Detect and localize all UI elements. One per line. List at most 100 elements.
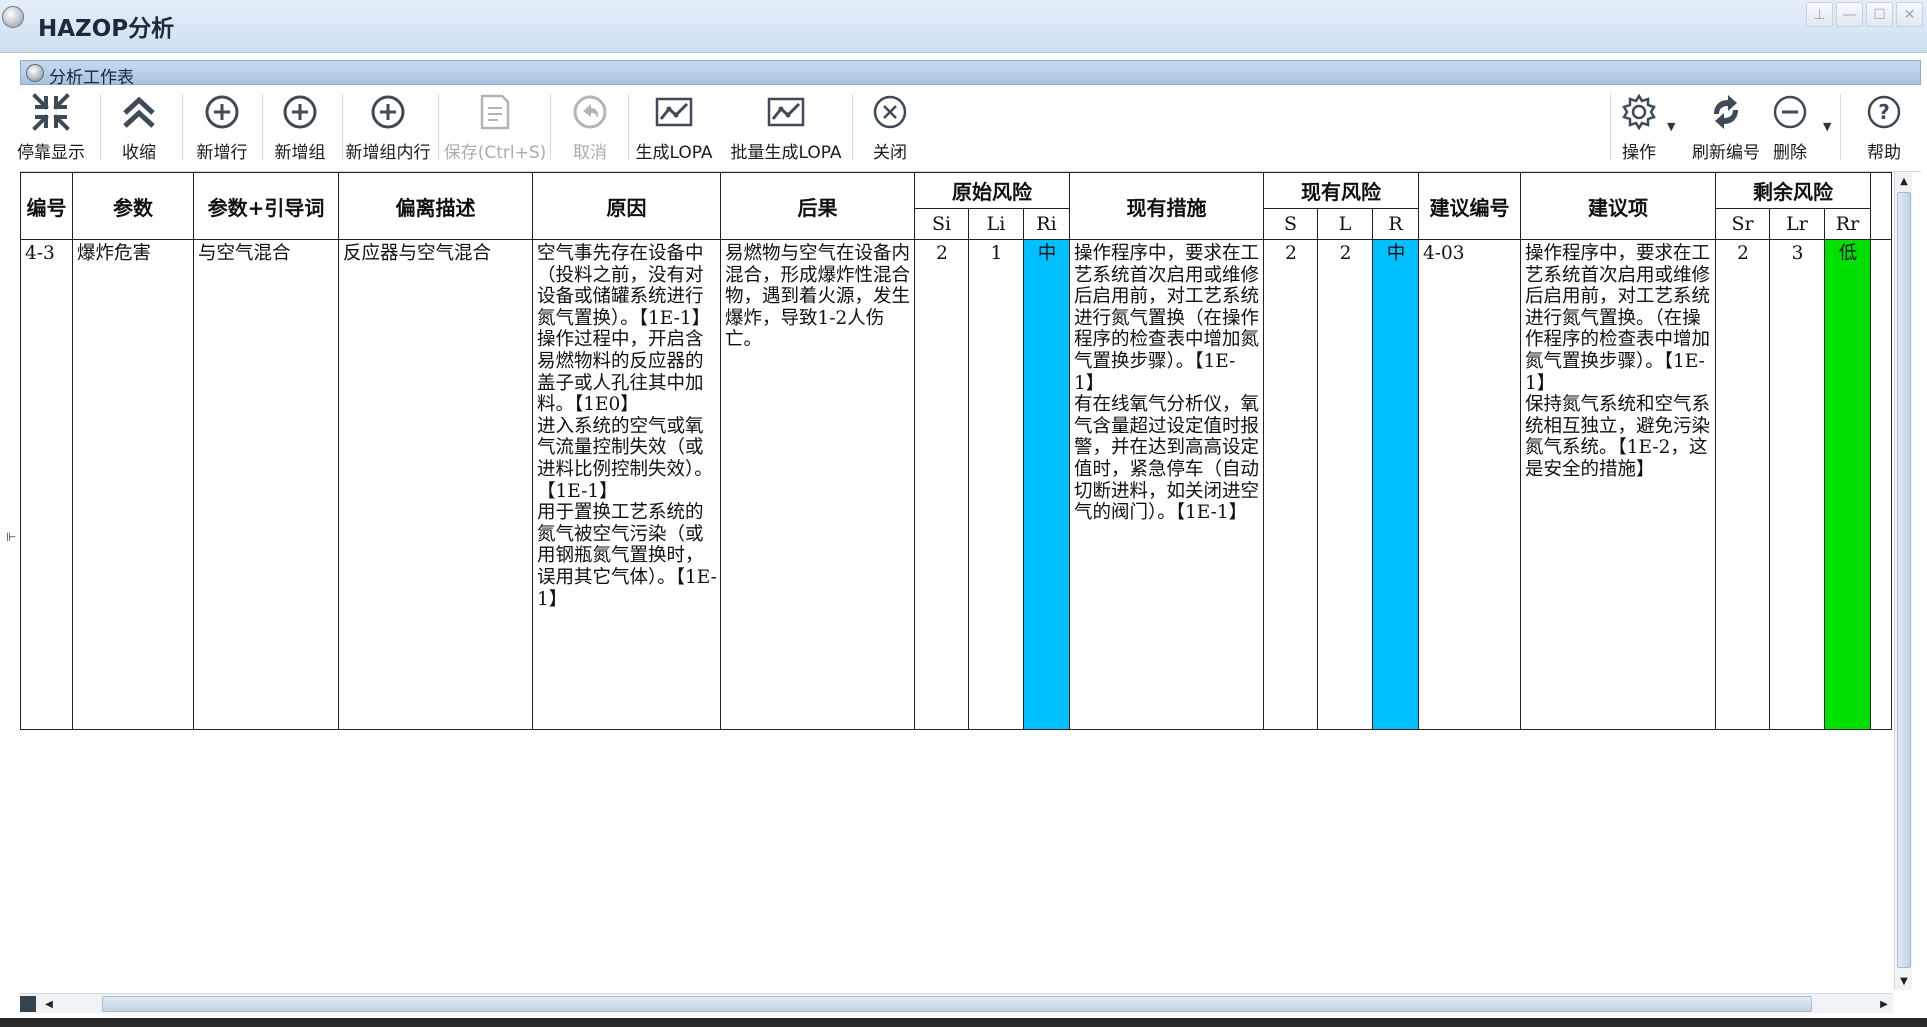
add-row-button[interactable]: 新增行 <box>194 86 250 164</box>
save-button[interactable]: 保存(Ctrl+S) <box>443 86 547 164</box>
header-si[interactable]: Si <box>914 208 969 240</box>
close-window-button[interactable]: ✕ <box>1896 2 1923 27</box>
add-row-label: 新增行 <box>196 143 248 163</box>
horizontal-scroll-thumb[interactable] <box>102 996 1812 1012</box>
vertical-scroll-thumb[interactable] <box>1897 192 1911 968</box>
compress-arrows-icon <box>32 93 70 131</box>
cell-ri[interactable]: 中 <box>1023 239 1070 730</box>
header-lr[interactable]: Lr <box>1769 208 1825 240</box>
plus-circle-icon <box>283 95 317 129</box>
header-li[interactable]: Li <box>968 208 1024 240</box>
header-parameter-guideword[interactable]: 参数+引导词 <box>193 172 339 240</box>
close-circle-icon <box>873 95 907 129</box>
refresh-number-button[interactable]: 刷新编号 <box>1688 86 1764 164</box>
header-suggestion[interactable]: 建议项 <box>1520 172 1716 240</box>
toolbar-separator <box>1840 94 1841 160</box>
cell-deviation[interactable]: 反应器与空气混合 <box>338 239 533 730</box>
horizontal-scrollbar[interactable]: ◀ ▶ <box>20 993 1893 1013</box>
generate-lopa-label: 生成LOPA <box>635 143 713 163</box>
header-original-risk[interactable]: 原始风险 <box>914 172 1070 209</box>
close-button[interactable]: 关闭 <box>870 86 910 164</box>
add-group-label: 新增组 <box>274 143 326 163</box>
scroll-up-arrow-icon[interactable]: ▲ <box>1895 172 1913 190</box>
cell-r[interactable]: 中 <box>1372 239 1419 730</box>
panel-icon <box>26 64 44 82</box>
toolbar-separator <box>550 94 551 160</box>
operate-label: 操作 <box>1622 143 1656 163</box>
toolbar-separator <box>852 94 853 160</box>
table-row[interactable]: 4-3 爆炸危害 与空气混合 反应器与空气混合 空气事先存在设备中（投料之前，没… <box>20 239 1892 730</box>
cancel-button[interactable]: 取消 <box>568 86 612 164</box>
header-sr[interactable]: Sr <box>1715 208 1770 240</box>
undo-circle-icon <box>573 95 607 129</box>
panel-header: 分析工作表 <box>20 60 1921 88</box>
toolbar-separator <box>182 94 183 160</box>
header-consequence[interactable]: 后果 <box>720 172 915 240</box>
generate-lopa-button[interactable]: 生成LOPA <box>632 86 716 164</box>
collapse-button[interactable]: 收缩 <box>116 86 162 164</box>
header-rr[interactable]: Rr <box>1824 208 1871 240</box>
header-residual-risk[interactable]: 剩余风险 <box>1715 172 1871 209</box>
plus-circle-icon <box>205 95 239 129</box>
cell-s[interactable]: 2 <box>1263 239 1318 730</box>
hazop-table: 编号 参数 参数+引导词 偏离描述 原因 后果 原始风险 现有措施 现有风险 建… <box>20 172 1892 730</box>
delete-button[interactable]: 删除 <box>1768 86 1812 164</box>
refresh-icon <box>1714 95 1738 129</box>
scroll-down-arrow-icon[interactable]: ▼ <box>1895 972 1913 990</box>
toolbar-separator <box>1610 94 1611 160</box>
cell-suggestion[interactable]: 操作程序中，要求在工艺系统首次启用或维修后启用前，对工艺系统进行氮气置换。（在操… <box>1520 239 1716 730</box>
app-logo-icon <box>2 6 24 28</box>
panel-title: 分析工作表 <box>49 68 134 88</box>
help-label: 帮助 <box>1867 143 1901 163</box>
cell-sr[interactable]: 2 <box>1715 239 1770 730</box>
cell-l[interactable]: 2 <box>1317 239 1373 730</box>
operate-dropdown-arrow-icon[interactable]: ▼ <box>1667 120 1675 133</box>
header-ri[interactable]: Ri <box>1023 208 1070 240</box>
analysis-grid: 编号 参数 参数+引导词 偏离描述 原因 后果 原始风险 现有措施 现有风险 建… <box>20 172 1893 990</box>
side-expand-icon[interactable]: ⊩ <box>6 530 16 544</box>
cell-rr[interactable]: 低 <box>1824 239 1871 730</box>
pin-button[interactable]: ⊥ <box>1806 2 1833 27</box>
close-label: 关闭 <box>873 143 907 163</box>
header-r[interactable]: R <box>1372 208 1419 240</box>
batch-lopa-button[interactable]: 批量生成LOPA <box>724 86 848 164</box>
refresh-number-label: 刷新编号 <box>1692 143 1760 163</box>
dock-button[interactable]: 停靠显示 <box>17 86 85 164</box>
help-button[interactable]: ? 帮助 <box>1862 86 1906 164</box>
header-deviation[interactable]: 偏离描述 <box>338 172 533 240</box>
cell-parameter-guideword[interactable]: 与空气混合 <box>193 239 339 730</box>
cell-suggestion-number[interactable]: 4-03 <box>1418 239 1521 730</box>
maximize-button[interactable]: ☐ <box>1866 2 1893 27</box>
line-chart-icon <box>655 97 693 127</box>
vertical-scrollbar[interactable]: ▲ ▼ <box>1894 172 1912 990</box>
toolbar-separator <box>100 94 101 160</box>
header-number[interactable]: 编号 <box>20 172 73 240</box>
cell-number[interactable]: 4-3 <box>20 239 73 730</box>
cell-filler <box>1870 239 1892 730</box>
cell-consequence[interactable]: 易燃物与空气在设备内混合，形成爆炸性混合物，遇到着火源，发生爆炸，导致1-2人伤… <box>720 239 915 730</box>
add-group-button[interactable]: 新增组 <box>272 86 328 164</box>
header-suggestion-number[interactable]: 建议编号 <box>1418 172 1521 240</box>
header-current-risk[interactable]: 现有风险 <box>1263 172 1419 209</box>
cell-existing-measures[interactable]: 操作程序中，要求在工艺系统首次启用或维修后启用前，对工艺系统进行氮气置换（在操作… <box>1069 239 1264 730</box>
header-l[interactable]: L <box>1317 208 1373 240</box>
cell-cause[interactable]: 空气事先存在设备中（投料之前，没有对设备或储罐系统进行氮气置换）。【1E-1】 … <box>532 239 721 730</box>
scroll-left-arrow-icon[interactable]: ◀ <box>40 994 58 1014</box>
cell-parameter[interactable]: 爆炸危害 <box>72 239 194 730</box>
minimize-button[interactable]: — <box>1836 2 1863 27</box>
cell-si[interactable]: 2 <box>914 239 969 730</box>
cell-lr[interactable]: 3 <box>1769 239 1825 730</box>
scroll-right-arrow-icon[interactable]: ▶ <box>1875 994 1893 1014</box>
header-cause[interactable]: 原因 <box>532 172 721 240</box>
delete-dropdown-arrow-icon[interactable]: ▼ <box>1823 120 1831 133</box>
header-s[interactable]: S <box>1263 208 1318 240</box>
line-chart-icon <box>767 97 805 127</box>
add-group-row-button[interactable]: 新增组内行 <box>342 86 434 164</box>
help-circle-icon: ? <box>1867 95 1901 129</box>
double-chevron-up-icon <box>123 96 155 128</box>
collapse-label: 收缩 <box>122 143 156 163</box>
header-parameter[interactable]: 参数 <box>72 172 194 240</box>
cell-li[interactable]: 1 <box>968 239 1024 730</box>
operate-button[interactable]: 操作 <box>1616 86 1662 164</box>
header-existing-measures[interactable]: 现有措施 <box>1069 172 1264 240</box>
